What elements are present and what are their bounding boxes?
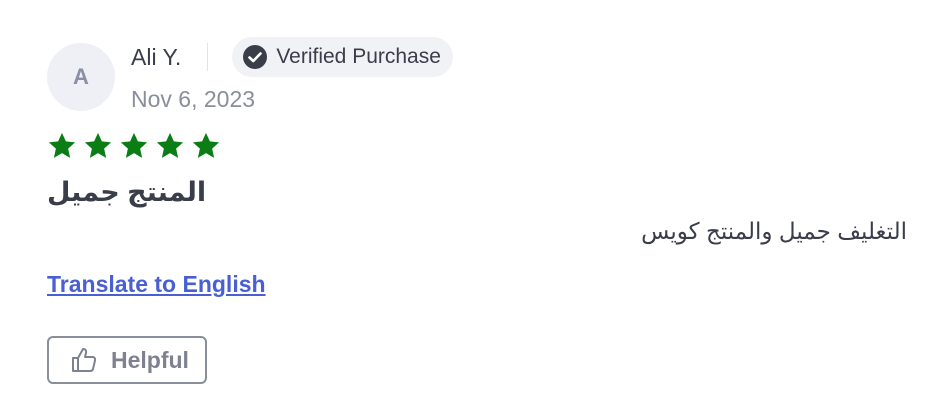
star-icon [48, 132, 76, 158]
thumbs-up-icon [72, 348, 97, 372]
divider [207, 43, 209, 71]
star-icon [156, 132, 184, 158]
avatar-initial: A [73, 64, 89, 89]
star-rating [47, 131, 907, 165]
check-circle-icon [243, 45, 268, 69]
review-header: A Ali Y. Verified Purchase Nov 6, 2023 [47, 36, 907, 116]
review-date: Nov 6, 2023 [131, 86, 256, 112]
star-icon [120, 132, 148, 158]
review-body: التغليف جميل والمنتج كويس [641, 218, 907, 244]
reviewer-name: Ali Y. [131, 43, 182, 70]
star-icon [192, 132, 220, 158]
helpful-label: Helpful [111, 346, 189, 373]
review-card: A Ali Y. Verified Purchase Nov 6, 2023 ا… [47, 36, 907, 384]
verified-purchase-label: Verified Purchase [276, 45, 441, 68]
avatar: A [47, 43, 115, 111]
helpful-button[interactable]: Helpful [47, 336, 207, 384]
verified-purchase-badge: Verified Purchase [232, 37, 453, 77]
translate-link[interactable]: Translate to English [47, 271, 266, 298]
review-title: المنتج جميل [47, 177, 207, 207]
review-meta-top: Ali Y. Verified Purchase [131, 36, 453, 78]
review-meta: Ali Y. Verified Purchase Nov 6, 2023 [131, 36, 453, 113]
star-icon [84, 132, 112, 158]
